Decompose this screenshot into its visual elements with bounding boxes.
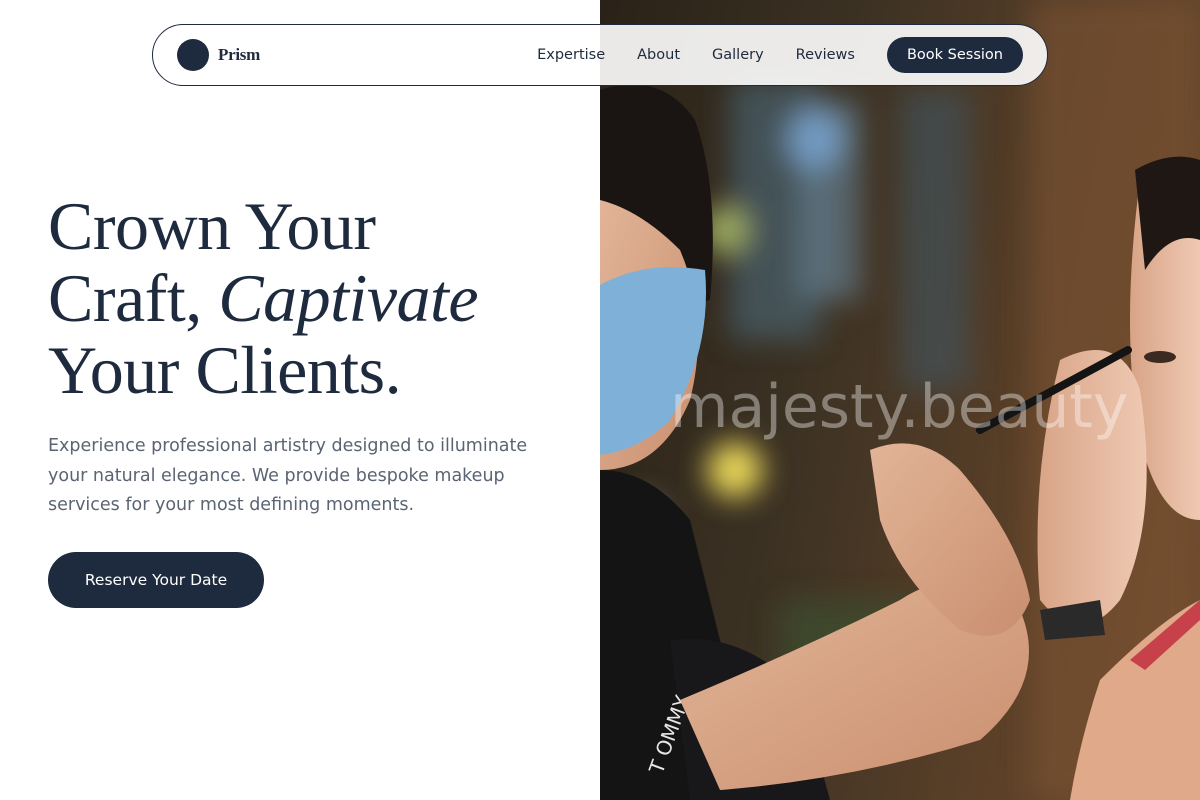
hero-title-line-3: Your Clients. xyxy=(48,332,402,408)
nav-link-expertise[interactable]: Expertise xyxy=(537,47,605,63)
brand-name: Prism xyxy=(218,45,260,64)
reserve-date-button[interactable]: Reserve Your Date xyxy=(48,552,264,608)
hero-title-italic: Captivate xyxy=(218,260,479,336)
nav-link-gallery[interactable]: Gallery xyxy=(712,47,764,63)
hero-title-line-1: Crown Your xyxy=(48,188,376,264)
nav-link-about[interactable]: About xyxy=(637,47,680,63)
logo-circle-icon xyxy=(177,39,209,71)
nav-links: Expertise About Gallery Reviews Book Ses… xyxy=(537,37,1047,73)
brand-logo[interactable]: Prism xyxy=(177,39,260,71)
main-navigation: Prism Expertise About Gallery Reviews Bo… xyxy=(152,24,1048,86)
nav-link-reviews[interactable]: Reviews xyxy=(796,47,855,63)
watermark-text: majesty.beauty xyxy=(670,372,1129,442)
hero-photo: T OMMY majesty.beauty xyxy=(600,0,1200,800)
hero-title: Crown Your Craft, Captivate Your Clients… xyxy=(48,190,588,406)
hero-description: Experience professional artistry designe… xyxy=(48,436,528,515)
book-session-button[interactable]: Book Session xyxy=(886,37,1023,73)
hero-title-line-2: Craft, xyxy=(48,260,219,336)
